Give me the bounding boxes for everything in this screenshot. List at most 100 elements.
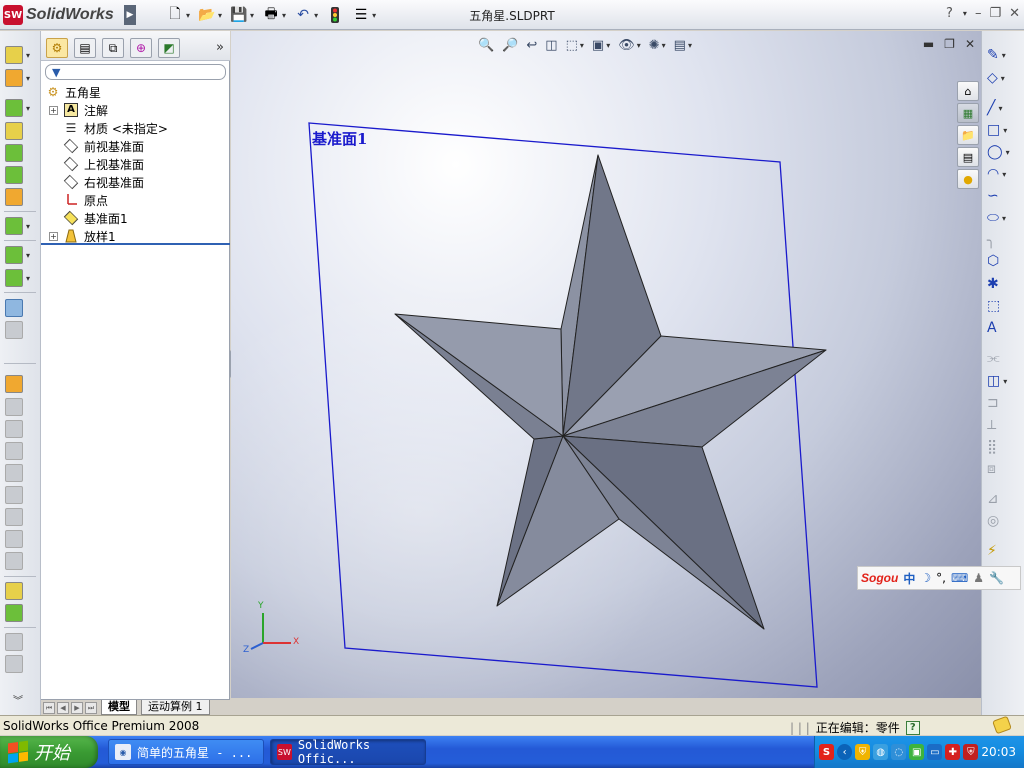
chevron-down-icon[interactable]: ▾	[26, 74, 30, 83]
chevron-down-icon[interactable]: ▾	[26, 274, 30, 283]
cut-revolve-button[interactable]	[5, 165, 35, 185]
chevron-down-icon[interactable]: ▾	[1001, 74, 1005, 83]
chevron-down-icon[interactable]: ▾	[963, 9, 967, 18]
previous-view-icon[interactable]: ↩	[526, 38, 537, 53]
options-button[interactable]: ☰ ▾	[350, 4, 378, 26]
chevron-down-icon[interactable]: ▾	[314, 11, 318, 20]
convert-entities-button[interactable]: ◫ ▾	[987, 371, 1021, 391]
doc-minimize-button[interactable]: ▬	[923, 37, 934, 51]
tree-item-origin[interactable]: 原点	[41, 191, 230, 209]
expand-toggle[interactable]: +	[49, 105, 58, 115]
more-tabs-button[interactable]: »	[216, 40, 224, 55]
help-button[interactable]: ?	[946, 6, 953, 21]
extruded-boss-button[interactable]: ▾	[5, 45, 35, 65]
chevron-down-icon[interactable]: ▾	[606, 41, 610, 50]
view-orientation-icon[interactable]: ⬚ ▾	[566, 38, 584, 53]
soft-keyboard-icon[interactable]: ⌨	[951, 571, 968, 585]
minimize-button[interactable]: –	[975, 6, 982, 21]
move-entities-button[interactable]: ⧈	[987, 459, 1021, 479]
print-button[interactable]: 🖶 ▾	[260, 4, 288, 26]
tree-item-plane1[interactable]: 基准面1	[41, 209, 230, 227]
doc-restore-button[interactable]: ❐	[944, 37, 955, 51]
arc-button[interactable]: ◠ ▾	[987, 164, 1021, 184]
rollback-bar[interactable]	[41, 243, 230, 245]
chevron-down-icon[interactable]: ▾	[580, 41, 584, 50]
tab-view-palette[interactable]: ▤	[957, 147, 979, 167]
chevron-down-icon[interactable]: ▾	[372, 11, 376, 20]
chevron-down-icon[interactable]: ▾	[218, 11, 222, 20]
combine-button[interactable]	[5, 603, 35, 623]
chevron-down-icon[interactable]: ▾	[26, 251, 30, 260]
tab-last-button[interactable]: ⏭	[85, 701, 97, 714]
tree-item-annotations[interactable]: + A 注解	[41, 101, 230, 119]
chevron-down-icon[interactable]: ▾	[1003, 377, 1007, 386]
tree-item-right-plane[interactable]: 右视基准面	[41, 173, 230, 191]
rib-button[interactable]	[5, 441, 35, 461]
menu-flyout-arrow[interactable]: ▶	[124, 5, 136, 25]
chevron-down-icon[interactable]: ▾	[26, 104, 30, 113]
tab-appearances[interactable]: ●	[957, 169, 979, 189]
display-style-icon[interactable]: ▣ ▾	[592, 38, 610, 53]
help-icon[interactable]: ?	[905, 720, 920, 735]
chevron-down-icon[interactable]: ▾	[1002, 51, 1006, 60]
tree-item-material[interactable]: ☰ 材质 <未指定>	[41, 119, 230, 137]
linear-sketch-pattern-button[interactable]: ⣿	[987, 437, 1021, 457]
tree-root-part[interactable]: ⚙ 五角星	[41, 83, 230, 101]
tab-featuremanager[interactable]: ⚙	[46, 38, 68, 58]
deform-button[interactable]	[5, 507, 35, 527]
tab-displaymanager[interactable]: ◩	[158, 38, 180, 58]
circle-button[interactable]: ◯ ▾	[987, 142, 1021, 162]
move-face-button[interactable]	[5, 632, 35, 652]
taskbar-item-browser[interactable]: ◉ 简单的五角星 - ...	[108, 739, 264, 765]
lofted-boss-button[interactable]	[5, 121, 35, 141]
quick-snaps-button[interactable]: ⚡	[987, 541, 1021, 561]
chevron-down-icon[interactable]: ▾	[1003, 126, 1007, 135]
trim-button[interactable]: ⫘	[987, 348, 1021, 368]
tab-first-button[interactable]: ⏮	[43, 701, 55, 714]
chevron-down-icon[interactable]: ▾	[998, 104, 1002, 113]
graphics-area[interactable]: 🔍 🔎 ↩ ◫ ⬚ ▾ ▣ ▾ 👁 ▾ ✺ ▾ ▤ ▾ ▬ ❐ ✕ 基准面1 Y X Z …	[231, 31, 981, 698]
new-button[interactable]: 🗋 ▾	[164, 4, 192, 26]
tab-propertymanager[interactable]: ▤	[74, 38, 96, 58]
feature-filter-input[interactable]: ▼	[45, 64, 226, 80]
rectangle-button[interactable]: □ ▾	[987, 120, 1021, 140]
open-button[interactable]: 📂 ▾	[196, 4, 224, 26]
tab-next-button[interactable]: ▶	[71, 701, 83, 714]
tree-item-front-plane[interactable]: 前视基准面	[41, 137, 230, 155]
tab-file-explorer[interactable]: 📁	[957, 125, 979, 145]
spline-button[interactable]: ∽	[987, 186, 1021, 206]
tab-motion-study[interactable]: 运动算例 1	[141, 700, 210, 715]
plane1-label[interactable]: 基准面1	[312, 128, 367, 149]
zoom-to-area-icon[interactable]: 🔎	[502, 38, 518, 53]
line-button[interactable]: ╱ ▾	[987, 98, 1021, 118]
curves-button[interactable]: ▾	[5, 268, 35, 288]
chevron-down-icon[interactable]: ▾	[282, 11, 286, 20]
centerline-button[interactable]: ⬚	[987, 296, 1021, 316]
clock[interactable]: 20:03	[981, 745, 1016, 759]
ime-mode-toggle[interactable]: 中	[903, 570, 915, 587]
fillet-button[interactable]	[5, 374, 35, 394]
ime-settings-icon[interactable]: 🔧	[989, 571, 1004, 585]
point-button[interactable]: ✱	[987, 274, 1021, 294]
chevron-down-icon[interactable]: ▾	[1002, 170, 1006, 179]
dimxpert-button[interactable]	[5, 320, 35, 340]
chevron-down-icon[interactable]: ▾	[1006, 148, 1010, 157]
close-button[interactable]: ✕	[1009, 6, 1020, 21]
security-shield-icon[interactable]: ⛨	[855, 744, 871, 760]
chevron-down-icon[interactable]: ▾	[250, 11, 254, 20]
start-button[interactable]: 开始	[0, 736, 98, 768]
shell-button[interactable]	[5, 419, 35, 439]
tab-dimxpertmanager[interactable]: ⊕	[130, 38, 152, 58]
section-view-icon[interactable]: ◫	[545, 38, 557, 53]
ime-halfwidth-toggle[interactable]: ☽	[920, 571, 931, 585]
tag-icon[interactable]	[992, 715, 1012, 735]
hide-show-items-icon[interactable]: 👁 ▾	[618, 38, 641, 53]
zoom-to-fit-icon[interactable]: 🔍	[478, 38, 494, 53]
chat-icon[interactable]: ◌	[891, 744, 907, 760]
restore-button[interactable]: ❐	[989, 6, 1001, 21]
tab-configurationmanager[interactable]: ⧉	[102, 38, 124, 58]
chevron-down-icon[interactable]: ▾	[1002, 214, 1006, 223]
taskbar-item-solidworks[interactable]: SW SolidWorks Offic...	[270, 738, 426, 766]
undo-button[interactable]: ↶ ▾	[292, 4, 320, 26]
edit-appearance-icon[interactable]: ✺ ▾	[649, 38, 666, 53]
